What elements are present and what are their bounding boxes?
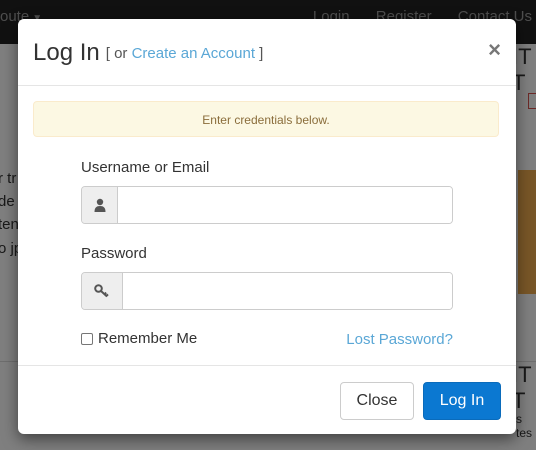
- lost-password-link[interactable]: Lost Password?: [346, 331, 453, 348]
- username-label: Username or Email: [81, 159, 210, 176]
- user-icon-svg: [94, 198, 105, 212]
- subtitle-prefix: [ or: [105, 45, 132, 62]
- create-account-link[interactable]: Create an Account: [132, 45, 255, 62]
- modal-title-text: Log In: [33, 39, 100, 66]
- user-icon: [82, 187, 118, 223]
- login-button[interactable]: Log In: [423, 382, 501, 420]
- password-input-group: [81, 272, 453, 310]
- username-input-group: [81, 186, 453, 224]
- modal-header: Log In [ or Create an Account ] ×: [18, 19, 516, 86]
- remember-me[interactable]: Remember Me: [81, 330, 197, 347]
- password-field[interactable]: [123, 273, 452, 309]
- close-icon[interactable]: ×: [488, 38, 501, 62]
- username-field[interactable]: [118, 187, 452, 223]
- password-label: Password: [81, 245, 147, 262]
- modal-title: Log In [ or Create an Account ]: [33, 39, 263, 67]
- login-modal: Log In [ or Create an Account ] × Enter c…: [18, 19, 516, 434]
- remember-me-label: Remember Me: [98, 330, 198, 347]
- subtitle-suffix: ]: [255, 45, 264, 62]
- close-button[interactable]: Close: [340, 382, 414, 420]
- remember-me-checkbox[interactable]: [81, 332, 93, 345]
- modal-footer: Close Log In: [18, 365, 516, 435]
- credentials-alert: Enter credentials below.: [33, 101, 499, 137]
- key-icon: [82, 273, 123, 309]
- key-icon-svg: [94, 284, 109, 298]
- modal-subtitle: [ or Create an Account ]: [106, 45, 264, 62]
